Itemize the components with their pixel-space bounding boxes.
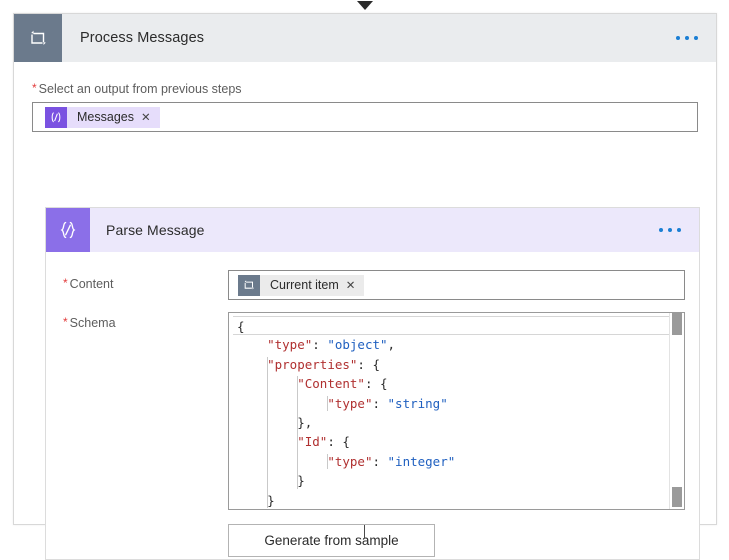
token-current-item[interactable]: Current item ✕ [238,274,365,296]
code-token: "type" [327,453,373,469]
code-token: : [372,453,388,469]
loop-foreach-icon [14,14,62,62]
token-current-item-remove-icon[interactable]: ✕ [346,278,365,292]
code-token: { [237,319,245,334]
code-line: "type": "string" [233,394,670,413]
code-line: } [233,471,670,490]
dot [685,36,689,40]
token-messages-remove-icon[interactable]: ✕ [141,110,160,124]
code-token: "type" [267,337,313,353]
indent-guide [327,395,329,411]
code-token: : [312,337,328,353]
code-token: "type" [327,395,373,411]
code-token: } [267,492,275,508]
code-token: "object" [327,337,388,353]
code-token: , [387,337,396,353]
schema-label: * Schema [63,316,116,330]
code-token: : { [327,434,350,450]
token-current-item-label: Current item [270,278,339,292]
dot [668,228,672,232]
dot [676,36,680,40]
top-connector [0,0,729,14]
required-marker: * [32,81,37,95]
parse-message-header[interactable]: Parse Message [46,208,699,252]
process-messages-title: Process Messages [80,30,205,46]
code-line: "type": "object", [233,335,670,354]
content-label-text: Content [69,277,114,291]
parse-message-body: * Content Current item ✕ * Schema {"typ… [46,252,699,559]
expression-code-icon [45,106,67,128]
code-line: "type": "integer" [233,452,670,471]
code-token: "string" [387,395,448,411]
code-token: "integer" [387,453,456,469]
generate-from-sample-button[interactable]: Generate from sample [228,524,435,557]
scrollbar-marker[interactable] [672,487,682,507]
code-line: "Id": { [233,432,670,451]
process-messages-more-menu-icon[interactable] [672,30,702,46]
parse-json-icon [46,208,90,252]
code-token: : { [364,376,388,392]
code-line: } [233,491,670,509]
parse-message-card: Parse Message * Content Current item ✕ *… [45,207,700,560]
content-input[interactable]: Current item ✕ [228,270,685,300]
dot [694,36,698,40]
loop-current-item-icon [238,274,260,296]
scrollbar-thumb[interactable] [672,313,682,335]
parse-message-more-menu-icon[interactable] [655,222,685,238]
select-output-label-text: Select an output from previous steps [38,82,242,96]
code-token: "Id" [297,434,328,450]
dot [659,228,663,232]
code-token: : { [357,356,380,372]
indent-guide [267,356,269,508]
required-marker: * [63,315,68,329]
schema-code-text[interactable]: { "type": "object", "properties": { "Con… [229,313,670,509]
process-messages-header[interactable]: Process Messages [14,14,716,62]
select-output-input[interactable]: Messages ✕ [32,102,698,132]
code-token: } [297,473,305,489]
select-output-label: * Select an output from previous steps [32,82,698,96]
code-token: "properties" [267,356,358,372]
chevron-down-arrowhead-icon [357,1,373,10]
code-token: "Content" [297,376,365,392]
indent-guide [327,453,329,470]
dot [677,228,681,232]
schema-label-text: Schema [69,316,116,330]
required-marker: * [63,276,68,290]
code-token: : [372,395,388,411]
indent-guide [297,376,299,489]
code-line: "properties": { [233,355,670,374]
process-messages-card: Process Messages * Select an output from … [13,13,717,560]
content-label: * Content [63,277,113,291]
schema-code-editor[interactable]: { "type": "object", "properties": { "Con… [228,312,685,510]
schema-editor-scrollbar[interactable] [669,313,684,509]
code-token: }, [297,414,313,430]
code-line: "Content": { [233,374,670,393]
token-messages[interactable]: Messages ✕ [45,106,160,128]
bottom-connector [364,525,365,538]
token-messages-label: Messages [77,110,134,124]
code-line: }, [233,413,670,432]
parse-message-title: Parse Message [106,222,205,238]
select-output-field-group: * Select an output from previous steps Me… [32,62,698,132]
content-field-group: * Content Current item ✕ [63,270,685,300]
process-messages-body: * Select an output from previous steps Me… [14,62,716,560]
code-line: { [233,316,670,336]
